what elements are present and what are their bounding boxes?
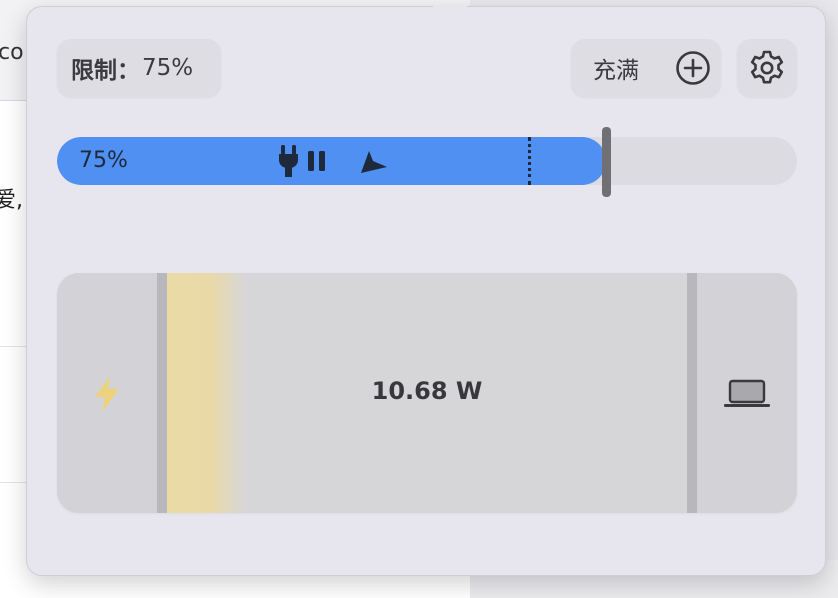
charge-to-full-button[interactable]: 充满 [571, 39, 721, 97]
lightning-bolt-icon [95, 376, 119, 412]
plus-circle-icon [676, 51, 710, 85]
flow-divider [687, 273, 697, 513]
charge-limit-value: 75% [142, 55, 194, 81]
background-toolbar-text: co [0, 40, 24, 65]
battery-popover: 限制： 75% 充满 75% 10.68 W [26, 5, 826, 576]
background-body-text: 爱, [0, 188, 23, 213]
charge-limit-handle[interactable] [602, 127, 611, 197]
laptop-icon [724, 379, 770, 407]
plug-icon [279, 145, 299, 177]
power-flow-panel: 10.68 W [57, 273, 797, 513]
charge-limit-label: 限制： [71, 58, 140, 84]
battery-level-bar[interactable]: 75% [57, 137, 797, 185]
gear-icon [750, 50, 784, 84]
arrow-icon [361, 151, 387, 173]
flow-divider [157, 273, 167, 513]
charge-limit-button[interactable]: 限制： 75% [57, 39, 221, 97]
settings-button[interactable] [737, 39, 797, 97]
pause-icon [308, 151, 325, 171]
power-wattage: 10.68 W [371, 377, 483, 405]
battery-level-fill [57, 137, 606, 185]
battery-level-label: 75% [79, 148, 128, 173]
popover-arrow [433, 5, 467, 15]
charge-to-full-label: 充满 [593, 58, 639, 84]
charge-target-marker [528, 137, 531, 185]
